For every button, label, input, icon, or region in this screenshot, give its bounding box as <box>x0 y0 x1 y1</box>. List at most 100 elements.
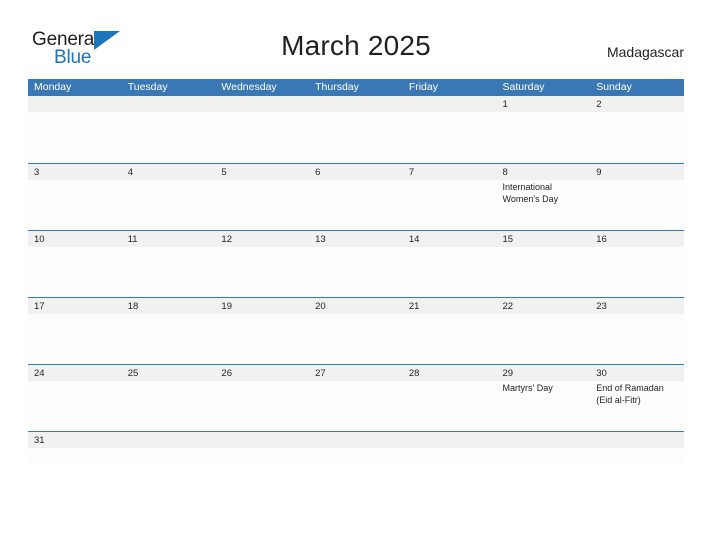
day-cell[interactable]: 4 <box>122 164 216 230</box>
calendar-week-row: 24 25 26 27 28 29 Martyrs' Day 30 End of Ramadan… <box>28 364 684 431</box>
day-number: 30 <box>596 368 607 379</box>
day-cell[interactable]: 7 <box>403 164 497 230</box>
calendar-week-row: 17 18 19 20 21 22 23 <box>28 297 684 364</box>
day-cell[interactable]: 10 <box>28 231 122 297</box>
day-number: 14 <box>408 234 420 245</box>
dow-saturday: Saturday <box>502 81 545 93</box>
day-number: 18 <box>127 301 139 312</box>
day-number: 31 <box>34 435 45 446</box>
day-cell[interactable]: 9 <box>590 164 684 230</box>
day-cell[interactable]: 17 <box>28 298 122 364</box>
dow-sunday: Sunday <box>596 81 632 93</box>
week-cells: 24 25 26 27 28 29 Martyrs' Day 30 End of Ramadan… <box>28 365 684 431</box>
day-number: 4 <box>127 167 133 178</box>
day-cell[interactable]: 6 <box>309 164 403 230</box>
day-number: 1 <box>502 99 508 110</box>
day-cell-empty <box>215 432 309 463</box>
day-cell-empty <box>28 96 122 163</box>
day-cell[interactable]: 11 <box>122 231 216 297</box>
day-cell[interactable]: 12 <box>215 231 309 297</box>
dow-monday: Monday <box>34 81 72 93</box>
day-cell[interactable]: 14 <box>403 231 497 297</box>
day-number: 3 <box>34 167 40 178</box>
day-cell[interactable]: 27 <box>309 365 403 431</box>
day-number: 27 <box>315 368 326 379</box>
day-cell-empty <box>590 432 684 463</box>
day-cell[interactable]: 19 <box>215 298 309 364</box>
day-cell[interactable]: 8 International Women's Day <box>497 164 591 230</box>
day-cell[interactable]: 20 <box>309 298 403 364</box>
triangle-flag-icon <box>94 31 120 50</box>
week-cells: 10 11 12 13 14 15 16 <box>28 231 684 297</box>
event-label: International Women's Day <box>502 182 559 204</box>
week-cells: 3 4 5 6 7 8 International Women's Day 9 <box>28 164 684 230</box>
day-number: 8 <box>502 167 508 178</box>
day-cell[interactable]: 26 <box>215 365 309 431</box>
day-number: 29 <box>502 368 514 379</box>
day-cell[interactable]: 25 <box>122 365 216 431</box>
day-cell[interactable]: 2 <box>590 96 684 163</box>
day-number: 17 <box>34 301 45 312</box>
day-cell[interactable]: 1 <box>497 96 591 163</box>
day-cell-empty <box>497 432 591 463</box>
calendar-week-row: 10 11 12 13 14 15 16 <box>28 230 684 297</box>
dow-friday: Friday <box>408 81 438 93</box>
calendar-weeks: 1 2 3 4 5 6 7 8 International Women's Day 9 10 11 12… <box>28 96 684 463</box>
day-cell-empty <box>309 432 403 463</box>
day-cell[interactable]: 24 <box>28 365 122 431</box>
day-number: 10 <box>34 234 45 245</box>
generalblue-logo[interactable]: General Blue <box>32 30 128 72</box>
day-cell-empty <box>122 96 216 163</box>
dow-thursday: Thursday <box>315 81 359 93</box>
day-cell[interactable]: 21 <box>403 298 497 364</box>
day-cell[interactable]: 13 <box>309 231 403 297</box>
day-number: 23 <box>596 301 607 312</box>
day-cell[interactable]: 3 <box>28 164 122 230</box>
day-number: 19 <box>221 301 232 312</box>
day-number: 12 <box>221 234 232 245</box>
day-number: 15 <box>502 234 514 245</box>
event-label: Martyrs' Day <box>502 383 553 393</box>
day-number: 26 <box>221 368 232 379</box>
day-cell[interactable]: 31 <box>28 432 122 463</box>
dow-wednesday: Wednesday <box>221 81 277 93</box>
calendar-grid: Monday Tuesday Wednesday Thursday Friday… <box>28 79 684 463</box>
day-number: 22 <box>502 301 514 312</box>
day-cell[interactable]: 28 <box>403 365 497 431</box>
day-cell[interactable]: 30 End of Ramadan (Eid al-Fitr) <box>590 365 684 431</box>
day-number: 24 <box>34 368 45 379</box>
day-number: 13 <box>315 234 326 245</box>
day-cell-empty <box>215 96 309 163</box>
day-of-week-header: Monday Tuesday Wednesday Thursday Friday… <box>28 79 684 96</box>
calendar-week-row: 3 4 5 6 7 8 International Women's Day 9 <box>28 163 684 230</box>
day-events: End of Ramadan (Eid al-Fitr) <box>596 383 684 406</box>
day-number: 9 <box>596 167 602 178</box>
day-number: 2 <box>596 99 602 110</box>
event-label: End of Ramadan (Eid al-Fitr) <box>596 383 664 405</box>
page-header: General Blue March 2025 Madagascar <box>0 0 712 79</box>
day-number: 11 <box>127 234 138 245</box>
day-cell[interactable]: 22 <box>497 298 591 364</box>
day-events: Martyrs' Day <box>503 383 591 395</box>
day-cell[interactable]: 16 <box>590 231 684 297</box>
day-cell[interactable]: 29 Martyrs' Day <box>497 365 591 431</box>
week-cells: 31 <box>28 432 684 463</box>
day-number: 6 <box>315 167 321 178</box>
day-number: 7 <box>408 167 415 178</box>
day-number: 25 <box>127 368 139 379</box>
day-cell[interactable]: 15 <box>497 231 591 297</box>
logo-text-blue: Blue <box>54 47 92 68</box>
day-number: 16 <box>596 234 607 245</box>
day-cell[interactable]: 23 <box>590 298 684 364</box>
day-number: 21 <box>408 301 420 312</box>
day-number: 28 <box>408 368 420 379</box>
day-events: International Women's Day <box>503 182 591 205</box>
calendar-week-row: 12 <box>28 96 684 163</box>
calendar-week-row: 31 <box>28 431 684 463</box>
day-cell[interactable]: 5 <box>215 164 309 230</box>
week-cells: 12 <box>28 96 684 163</box>
day-cell[interactable]: 18 <box>122 298 216 364</box>
day-cell-empty <box>403 96 497 163</box>
day-number: 20 <box>315 301 326 312</box>
region-label: Madagascar <box>606 44 684 60</box>
